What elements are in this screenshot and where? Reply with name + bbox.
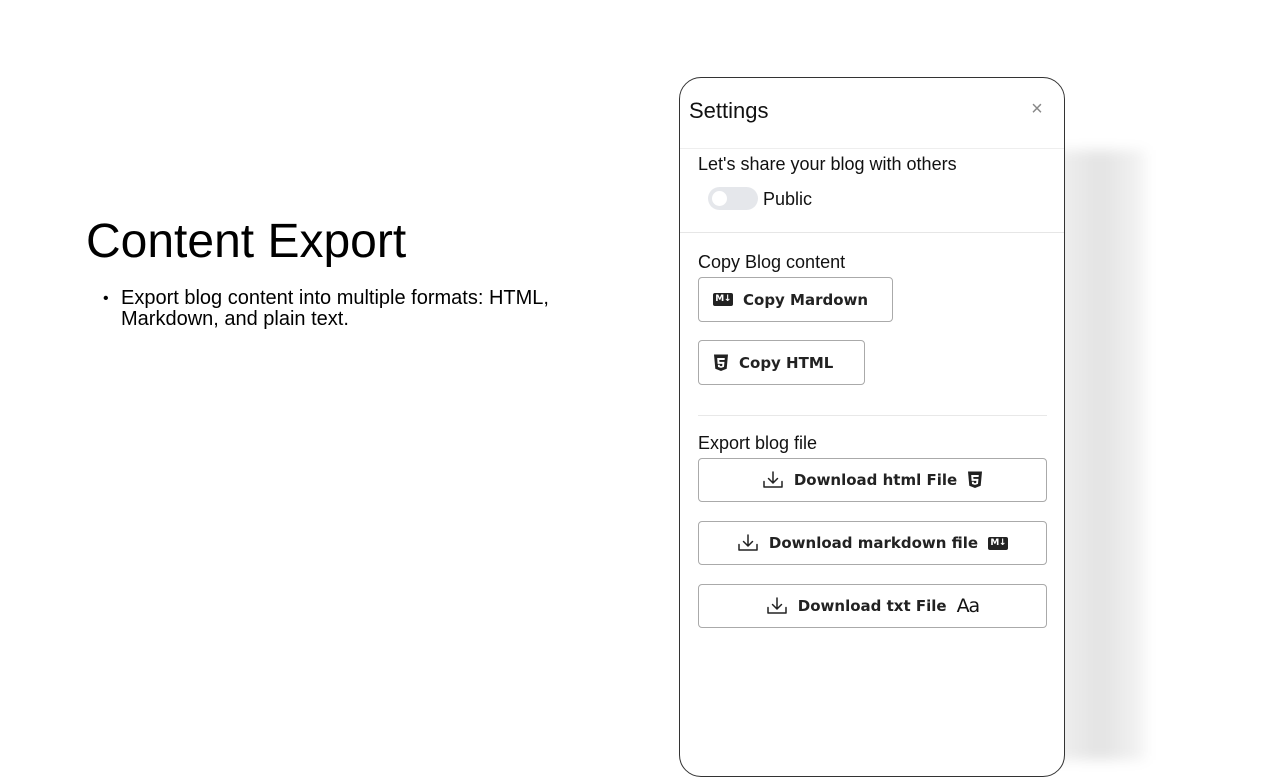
html5-icon [968,471,983,488]
html5-icon [714,354,728,371]
settings-panel: Settings × Let's share your blog with ot… [679,77,1065,777]
markdown-icon: M↓ [713,293,733,306]
section-divider [698,415,1047,416]
download-html-label: Download html File [793,471,958,489]
download-markdown-label: Download markdown file [768,534,979,552]
public-toggle[interactable] [708,187,758,210]
settings-header: Settings × [680,78,1064,149]
download-icon [763,471,783,488]
share-label: Let's share your blog with others [698,154,957,174]
download-html-button[interactable]: Download html File [698,458,1047,502]
export-section-label: Export blog file [698,433,818,453]
copy-html-label: Copy HTML [739,353,834,372]
settings-title: Settings [689,98,769,123]
toggle-knob [712,191,727,206]
close-icon[interactable]: × [1028,99,1046,119]
download-txt-label: Download txt File [797,597,947,615]
copy-html-button[interactable]: Copy HTML [698,340,865,385]
text-icon: Aa [956,595,981,617]
copy-markdown-button[interactable]: M↓ Copy Mardown [698,277,893,322]
copy-markdown-label: Copy Mardown [743,290,869,309]
bullet-list: Export blog content into multiple format… [103,288,601,330]
share-section: Let's share your blog with others Public [680,148,1064,233]
download-txt-button[interactable]: Download txt File Aa [698,584,1047,628]
markdown-icon: M↓ [988,536,1009,550]
download-markdown-button[interactable]: Download markdown file M↓ [698,521,1047,565]
download-icon [738,534,758,551]
public-toggle-label: Public [763,189,813,209]
bullet-item: Export blog content into multiple format… [103,288,601,330]
slide-title: Content Export [86,215,407,268]
download-icon [767,597,787,614]
copy-section-label: Copy Blog content [698,252,846,272]
